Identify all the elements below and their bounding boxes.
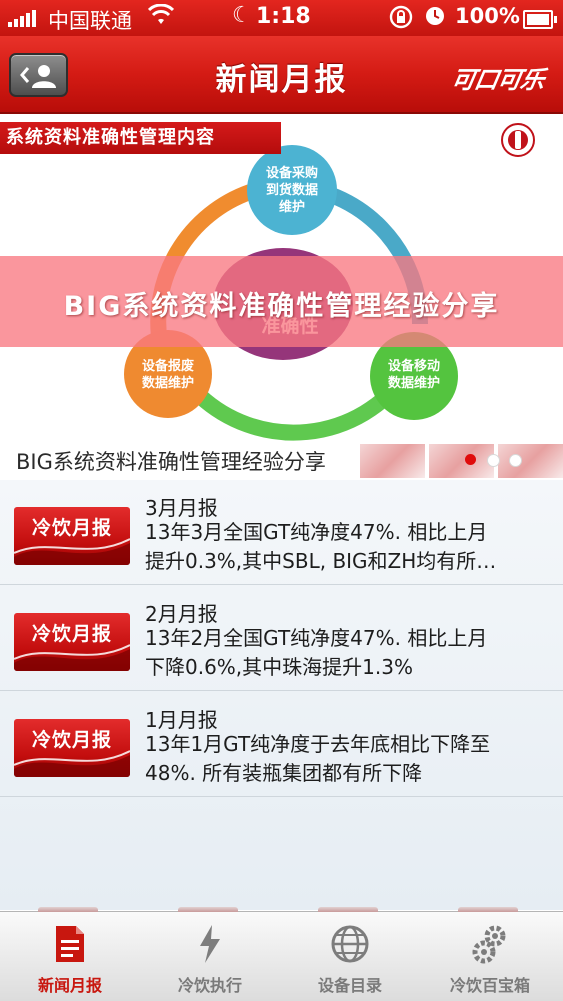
tab-equipment-catalog[interactable]: 设备目录: [280, 912, 420, 1001]
overlay-title: BIG系统资料准确性管理经验分享: [63, 291, 500, 322]
globe-icon: [331, 925, 369, 963]
report-thumbnail: 冷饮月报: [14, 507, 130, 565]
page-indicator-dot[interactable]: [487, 454, 500, 467]
thumbnail-label: 冷饮月报: [31, 517, 112, 539]
banner-caption: BIG系统资料准确性管理经验分享: [16, 450, 326, 474]
battery-icon: [523, 10, 557, 29]
svg-text:到货数据: 到货数据: [266, 182, 318, 198]
item-description: 13年1月GT纯净度于去年底相比下降至 48%. 所有装瓶集团都有所下降: [145, 732, 491, 785]
list-item[interactable]: 冷饮月报 1月月报 13年1月GT纯净度于去年底相比下降至 48%. 所有装瓶集团…: [0, 692, 563, 797]
tab-label: 冷饮百宝箱: [449, 976, 530, 995]
tab-cold-drink-execution[interactable]: 冷饮执行: [140, 912, 280, 1001]
item-title: 2月月报: [145, 602, 218, 626]
item-title: 1月月报: [145, 708, 218, 732]
node-scrap-label: 设备报废: [142, 358, 194, 374]
page-indicator-dot-active[interactable]: [465, 454, 476, 465]
carrier-name: 中国联通: [48, 9, 132, 33]
item-description: 13年2月全国GT纯净度47%. 相比上月 下降0.6%,其中珠海提升1.3%: [145, 626, 488, 679]
gears-icon: [472, 925, 506, 964]
alarm-icon: [424, 4, 446, 31]
node-move-label: 设备移动: [388, 358, 440, 374]
banner-thumbnails: [360, 444, 563, 478]
status-bar: 中国联通 ☾ 1:18 100%: [0, 0, 563, 36]
item-title: 3月月报: [145, 496, 218, 520]
rotation-lock-icon: [388, 4, 414, 35]
signal-strength-icon: [8, 9, 36, 27]
thumbnail-label: 冷饮月报: [31, 623, 112, 645]
clock-time: 1:18: [256, 4, 311, 29]
list-item[interactable]: 冷饮月报 3月月报 13年3月全国GT纯净度47%. 相比上月 提升0.3%,其中…: [0, 480, 563, 585]
report-thumbnail: 冷饮月报: [14, 719, 130, 777]
wifi-icon: [147, 3, 175, 32]
svg-text:维护: 维护: [279, 199, 305, 215]
emblem-icon: [501, 123, 535, 157]
report-list: 冷饮月报 3月月报 13年3月全国GT纯净度47%. 相比上月 提升0.3%,其中…: [0, 480, 563, 910]
svg-text:数据维护: 数据维护: [142, 375, 194, 391]
tab-label: 新闻月报: [37, 976, 102, 995]
tab-bar: 新闻月报 冷饮执行 设备目录 冷饮百宝箱: [0, 907, 563, 1001]
report-thumbnail: 冷饮月报: [14, 613, 130, 671]
thumbnail-label: 冷饮月报: [31, 729, 112, 751]
navigation-bar: 新闻月报 可口可乐: [0, 36, 563, 114]
list-item[interactable]: 冷饮月报 2月月报 13年2月全国GT纯净度47%. 相比上月 下降0.6%,其中…: [0, 586, 563, 691]
svg-text:数据维护: 数据维护: [388, 375, 440, 391]
node-purchase-label: 设备采购: [266, 165, 318, 181]
moon-icon: ☾: [232, 3, 252, 28]
document-icon: [56, 926, 84, 962]
page-indicator-dot[interactable]: [509, 454, 522, 467]
tab-label: 冷饮执行: [177, 976, 242, 995]
battery-percent: 100%: [455, 4, 520, 28]
bolt-icon: [200, 925, 220, 963]
banner-header: 系统资料准确性管理内容: [0, 122, 281, 154]
featured-banner[interactable]: 设备采购 到货数据 维护 设备报废 数据维护 设备移动 数据维护 准确性 系统资…: [0, 114, 563, 480]
tab-news-report[interactable]: 新闻月报: [0, 912, 140, 1001]
item-description: 13年3月全国GT纯净度47%. 相比上月 提升0.3%,其中SBL, BIG和Z…: [145, 520, 497, 573]
tab-cold-drink-toolbox[interactable]: 冷饮百宝箱: [420, 912, 560, 1001]
tab-label: 设备目录: [317, 976, 382, 995]
brand-logo: 可口可乐: [449, 65, 547, 94]
